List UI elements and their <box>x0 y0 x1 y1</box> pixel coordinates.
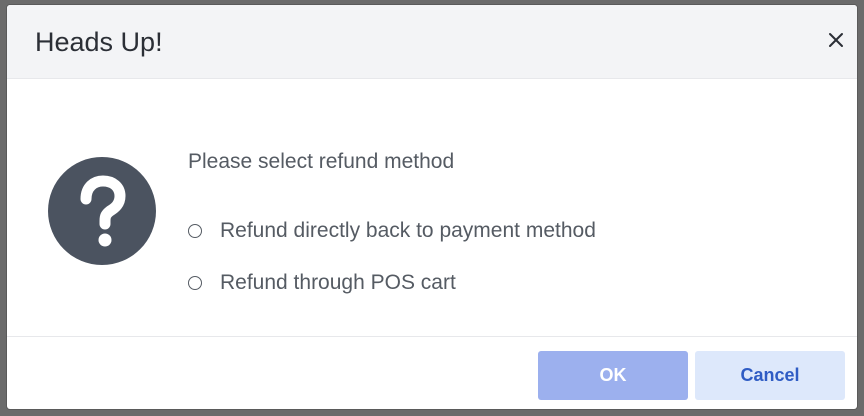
option-label: Refund directly back to payment method <box>220 219 596 242</box>
dialog-header: Heads Up! <box>7 5 857 79</box>
refund-option-pos-cart[interactable]: Refund through POS cart <box>188 268 456 298</box>
radio-button[interactable] <box>188 224 202 238</box>
refund-option-payment-method[interactable]: Refund directly back to payment method <box>188 216 596 246</box>
option-label: Refund through POS cart <box>220 271 456 294</box>
dialog-footer: OK Cancel <box>7 336 857 409</box>
dialog-title: Heads Up! <box>35 27 163 57</box>
question-mark-icon <box>47 156 157 266</box>
ok-button[interactable]: OK <box>538 351 688 400</box>
radio-button[interactable] <box>188 276 202 290</box>
refund-dialog: Heads Up! Please select refund method Re… <box>7 5 857 409</box>
close-button[interactable] <box>825 29 847 51</box>
refund-method-prompt: Please select refund method <box>188 150 455 173</box>
cancel-button[interactable]: Cancel <box>695 351 845 400</box>
close-icon <box>829 33 843 47</box>
